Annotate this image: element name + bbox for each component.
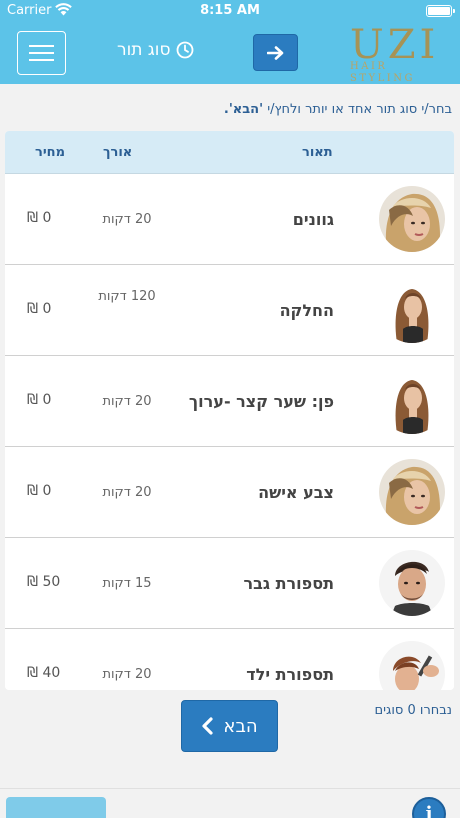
instruction-highlight: 'הבא'. bbox=[223, 102, 264, 117]
woman-long-hair-icon bbox=[379, 368, 445, 434]
page-title-text: סוג תור bbox=[117, 40, 171, 60]
table-row[interactable]: 50 ₪ 15 דקות תספורת גבר bbox=[5, 538, 454, 629]
row-description: תספורת ילד bbox=[246, 665, 334, 684]
row-length: 15 דקות bbox=[102, 576, 152, 591]
row-length: 20 דקות bbox=[102, 485, 152, 500]
row-price: 0 ₪ bbox=[27, 392, 52, 408]
row-price: 0 ₪ bbox=[27, 301, 52, 317]
row-description: צבע אישה bbox=[258, 483, 334, 502]
brand-logo: UZI HAIR STYLING bbox=[350, 22, 446, 84]
logo-main-text: UZI bbox=[350, 22, 440, 68]
bottom-action-button[interactable] bbox=[6, 797, 106, 818]
menu-button[interactable] bbox=[17, 31, 66, 75]
arrow-right-icon bbox=[266, 45, 283, 60]
table-row[interactable]: 0 ₪ 20 דקות צבע אישה bbox=[5, 447, 454, 538]
battery-icon bbox=[426, 5, 455, 17]
header-description: תאור bbox=[302, 145, 333, 160]
page-title: סוג תור bbox=[117, 40, 194, 60]
row-description: פן: שער קצר -ערוך bbox=[188, 392, 334, 411]
row-description: תספורת גבר bbox=[243, 574, 335, 593]
hamburger-icon bbox=[29, 45, 54, 47]
status-bar: Carrier 8:15 AM bbox=[0, 0, 460, 22]
row-description: גוונים bbox=[292, 210, 334, 229]
woman-highlights-icon bbox=[379, 186, 445, 252]
next-arrow-button[interactable] bbox=[253, 34, 298, 71]
instruction-text: בחר/י סוג תור אחד או יותר ולחץ/י 'הבא'. bbox=[223, 102, 452, 117]
clock-icon bbox=[177, 41, 194, 59]
row-length: 20 דקות bbox=[102, 212, 152, 227]
table-row[interactable]: 0 ₪ 120 דקות החלקה bbox=[5, 265, 454, 356]
row-price: 0 ₪ bbox=[27, 483, 52, 499]
status-time: 8:15 AM bbox=[200, 3, 260, 18]
row-price: 40 ₪ bbox=[27, 665, 61, 681]
header-length: אורך bbox=[103, 145, 133, 160]
table-row[interactable]: 0 ₪ 20 דקות פן: שער קצר -ערוך bbox=[5, 356, 454, 447]
row-length: 120 דקות bbox=[98, 289, 156, 304]
next-button[interactable]: הבא bbox=[181, 700, 278, 752]
appointment-type-table: מחיר אורך תאור 0 ₪ 20 דקות גוונים 0 ₪ 12… bbox=[5, 131, 454, 690]
chevron-left-icon bbox=[202, 717, 214, 735]
bottom-divider bbox=[0, 788, 460, 789]
row-length: 20 דקות bbox=[102, 394, 152, 409]
table-row[interactable]: 40 ₪ 20 דקות תספורת ילד bbox=[5, 629, 454, 690]
nav-bar: סוג תור UZI HAIR STYLING bbox=[0, 22, 460, 84]
table-row[interactable]: 0 ₪ 20 דקות גוונים bbox=[5, 174, 454, 265]
woman-highlights-icon bbox=[379, 459, 445, 525]
header-price: מחיר bbox=[35, 145, 65, 160]
selected-count: נבחרו 0 סוגים bbox=[374, 703, 452, 718]
man-portrait-icon bbox=[379, 550, 445, 616]
row-price: 0 ₪ bbox=[27, 210, 52, 226]
row-price: 50 ₪ bbox=[27, 574, 61, 590]
row-description: החלקה bbox=[279, 301, 334, 320]
woman-long-hair-icon bbox=[379, 277, 445, 343]
child-haircut-icon bbox=[379, 641, 445, 690]
row-length: 20 דקות bbox=[102, 667, 152, 682]
table-header: מחיר אורך תאור bbox=[5, 131, 454, 174]
info-icon[interactable] bbox=[412, 797, 446, 818]
next-button-label: הבא bbox=[223, 715, 258, 737]
